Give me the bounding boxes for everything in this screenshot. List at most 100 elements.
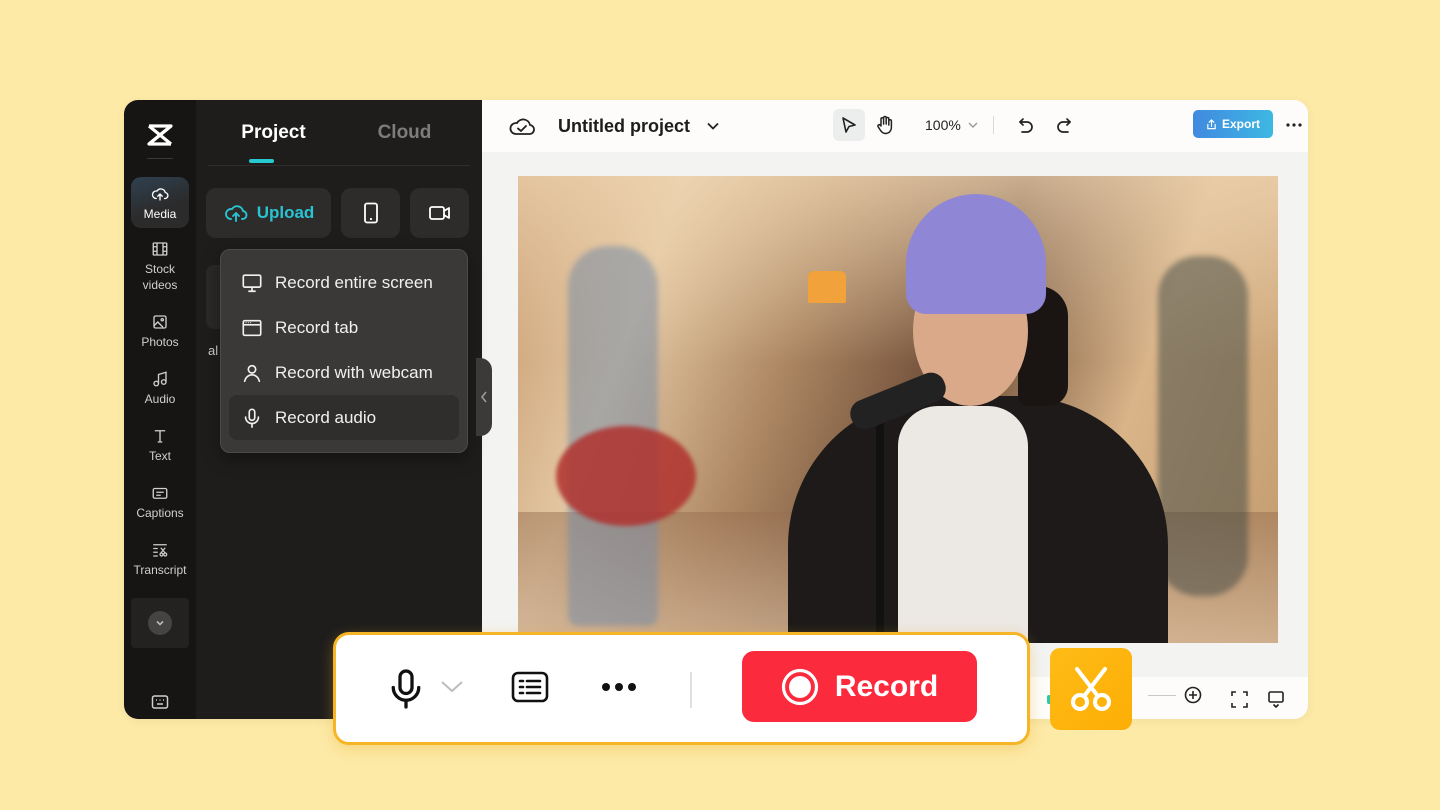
capcut-logo-icon[interactable]: [145, 122, 175, 148]
capcut-scissors-badge: [1050, 648, 1132, 730]
media-panel: Project Cloud Upload al Record entire sc…: [196, 100, 482, 719]
music-note-icon: [153, 371, 167, 387]
chevron-down-icon: [441, 681, 463, 693]
record-label: Record: [834, 669, 939, 703]
hand-icon: [877, 115, 893, 135]
chevron-down-icon: [968, 122, 978, 128]
rail-label: Transcript: [133, 563, 187, 577]
cloud-saved-icon[interactable]: [508, 114, 536, 138]
toolbar-divider: [690, 672, 692, 708]
image-icon: [153, 315, 167, 329]
rail-label: Audio: [144, 392, 176, 406]
person-icon: [243, 364, 261, 382]
text-icon: [154, 430, 166, 443]
rail-label: Media: [143, 207, 177, 221]
redo-button[interactable]: [1048, 109, 1080, 141]
left-rail: Media Stock videos Photos Audio Text Cap…: [124, 100, 196, 719]
recording-toolbar: Record: [333, 632, 1030, 745]
rail-item-stock-videos[interactable]: Stock videos: [131, 232, 189, 299]
tab-cloud[interactable]: Cloud: [339, 100, 470, 165]
monitor-icon: [242, 273, 262, 292]
undo-button[interactable]: [1010, 109, 1042, 141]
more-horizontal-icon: [1286, 123, 1302, 127]
microphone-icon: [391, 669, 421, 709]
upload-button[interactable]: Upload: [206, 188, 331, 238]
keyboard-shortcuts-button[interactable]: [151, 694, 169, 715]
upload-label: Upload: [256, 203, 315, 222]
canvas-tools: 100%: [833, 109, 1080, 141]
chevron-down-icon[interactable]: [706, 121, 720, 131]
rail-item-photos[interactable]: Photos: [131, 305, 189, 356]
rail-item-audio[interactable]: Audio: [131, 362, 189, 413]
menu-item-label: Record entire screen: [275, 272, 433, 292]
hand-tool-button[interactable]: [869, 109, 901, 141]
more-options-button[interactable]: [601, 679, 637, 697]
media-thumbnail-label: al: [208, 343, 219, 358]
photo-region: [808, 271, 846, 303]
rail-item-captions[interactable]: Captions: [131, 476, 189, 527]
undo-icon: [1018, 118, 1033, 133]
photo-region: [556, 426, 696, 526]
panel-tabs: Project Cloud: [208, 100, 470, 166]
fullscreen-button[interactable]: [1231, 691, 1248, 708]
rail-label: Text: [148, 449, 171, 463]
tab-project[interactable]: Project: [208, 100, 339, 165]
microphone-source-dropdown[interactable]: [440, 680, 464, 699]
record-video-button[interactable]: [410, 188, 469, 238]
zoom-level-select[interactable]: 100%: [925, 117, 979, 133]
rail-item-media[interactable]: Media: [131, 177, 189, 228]
select-tool-button[interactable]: [833, 109, 865, 141]
record-button[interactable]: Record: [742, 651, 977, 722]
photo-region: [1158, 256, 1248, 596]
menu-item-record-with-webcam[interactable]: Record with webcam: [229, 350, 459, 395]
video-preview-canvas[interactable]: [518, 176, 1278, 643]
project-title[interactable]: Untitled project: [558, 116, 690, 137]
top-toolbar: Untitled project 100% Export: [482, 100, 1308, 152]
film-icon: [152, 242, 168, 256]
menu-item-record-tab[interactable]: Record tab: [229, 305, 459, 350]
photo-region: [876, 416, 884, 643]
share-icon: [1207, 118, 1216, 129]
upload-row: Upload: [196, 166, 482, 238]
rail-item-text[interactable]: Text: [131, 419, 189, 470]
monitor-dropdown-icon: [1268, 691, 1284, 708]
fullscreen-icon: [1231, 691, 1248, 708]
teleprompter-button[interactable]: [511, 671, 549, 708]
active-tab-indicator: [249, 159, 274, 163]
record-icon: [781, 668, 818, 705]
editor-window: Media Stock videos Photos Audio Text Cap…: [124, 100, 1308, 719]
phone-icon: [363, 202, 378, 224]
export-button[interactable]: Export: [1193, 110, 1273, 138]
export-label: Export: [1221, 117, 1260, 131]
zoom-in-icon[interactable]: [1184, 686, 1202, 704]
menu-item-record-audio[interactable]: Record audio: [229, 395, 459, 440]
cloud-upload-icon: [151, 188, 169, 201]
cloud-upload-icon: [224, 205, 248, 222]
toolbar-divider: [992, 116, 994, 134]
more-options-button[interactable]: [1286, 114, 1302, 132]
microphone-button[interactable]: [388, 668, 424, 715]
menu-item-label: Record tab: [275, 317, 359, 337]
divider: [147, 158, 173, 159]
menu-item-record-entire-screen[interactable]: Record entire screen: [229, 260, 459, 305]
rail-more-button[interactable]: [131, 598, 189, 648]
more-horizontal-icon: [602, 683, 636, 691]
video-camera-icon: [428, 206, 450, 220]
rail-label: Captions: [136, 506, 184, 520]
transcript-icon: [153, 544, 168, 557]
zoom-slider[interactable]: [1148, 694, 1176, 696]
redo-icon: [1057, 118, 1071, 133]
display-settings-button[interactable]: [1267, 690, 1285, 708]
menu-item-label: Record audio: [275, 407, 377, 427]
keyboard-icon: [151, 695, 169, 709]
record-dropdown-menu: Record entire screen Record tab Record w…: [220, 249, 468, 453]
scissors-icon: [1071, 667, 1111, 711]
browser-tab-icon: [242, 319, 262, 336]
rail-label: Photos: [141, 335, 179, 349]
phone-upload-button[interactable]: [341, 188, 400, 238]
rail-item-transcript[interactable]: Transcript: [131, 533, 189, 584]
zoom-controls: [1124, 686, 1202, 704]
chevron-down-icon: [156, 620, 164, 626]
photo-region: [898, 406, 1028, 643]
microphone-icon: [244, 407, 260, 428]
